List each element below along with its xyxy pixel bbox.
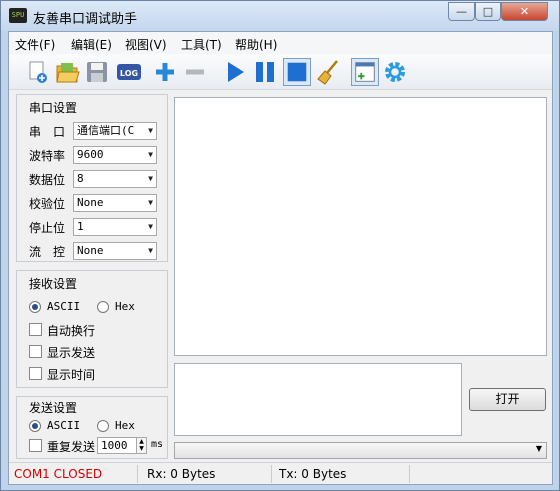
stopbits-label: 停止位	[29, 221, 66, 235]
serial-settings-title: 串口设置	[29, 101, 78, 115]
repeat-send-label: 重复发送	[47, 440, 95, 454]
play-icon[interactable]	[221, 58, 249, 86]
menu-view[interactable]: 视图(V)	[125, 36, 167, 53]
remove-icon[interactable]	[181, 58, 209, 86]
send-ascii-radio[interactable]	[29, 420, 41, 432]
baud-label: 波特率	[29, 149, 66, 163]
tx-counter: Tx: 0 Bytes	[279, 467, 347, 481]
send-hex-radio[interactable]	[97, 420, 109, 432]
close-button[interactable]: ✕	[501, 2, 548, 21]
repeat-send-checkbox[interactable]	[29, 439, 42, 452]
log-icon-text: LOG	[120, 69, 138, 78]
baud-value: 9600	[77, 148, 104, 161]
minimize-button[interactable]: —	[448, 2, 475, 21]
pause-icon[interactable]	[251, 58, 279, 86]
send-history-select[interactable]: ▼	[174, 442, 547, 459]
menu-bar: 文件(F) 编辑(E) 视图(V) 工具(T) 帮助(H)	[9, 32, 552, 54]
send-settings-panel: 发送设置 ASCII Hex 重复发送 1000 ▲ ▼ ms	[16, 396, 168, 459]
receive-hex-radio[interactable]	[97, 301, 109, 313]
stopbits-value: 1	[77, 220, 84, 233]
show-time-checkbox[interactable]	[29, 367, 42, 380]
databits-label: 数据位	[29, 173, 66, 187]
auto-wrap-checkbox[interactable]	[29, 323, 42, 336]
status-divider	[409, 465, 410, 483]
show-send-checkbox[interactable]	[29, 345, 42, 358]
chevron-down-icon: ▼	[148, 174, 153, 183]
repeat-unit-label: ms	[151, 439, 164, 450]
toolbar: LOG	[9, 54, 552, 90]
add-window-icon[interactable]	[351, 58, 379, 86]
receive-ascii-radio[interactable]	[29, 301, 41, 313]
parity-value: None	[77, 196, 104, 209]
send-ascii-label: ASCII	[47, 419, 81, 432]
chevron-down-icon: ▼	[148, 150, 153, 159]
menu-tools[interactable]: 工具(T)	[181, 36, 222, 53]
flow-label: 流 控	[29, 245, 66, 259]
flow-value: None	[77, 244, 104, 257]
open-folder-icon[interactable]	[53, 58, 81, 86]
settings-gear-icon[interactable]	[381, 58, 409, 86]
stopbits-select[interactable]: 1 ▼	[73, 218, 157, 236]
chevron-down-icon: ▼	[148, 126, 153, 135]
log-icon[interactable]: LOG	[115, 58, 143, 86]
repeat-interval-input[interactable]: 1000	[97, 437, 137, 454]
receive-settings-title: 接收设置	[29, 277, 78, 291]
parity-label: 校验位	[29, 197, 66, 211]
receive-ascii-label: ASCII	[47, 300, 81, 313]
receive-settings-panel: 接收设置 ASCII Hex 自动换行 显示发送 显示时间	[16, 270, 168, 388]
receive-textarea[interactable]	[174, 97, 547, 356]
menu-edit[interactable]: 编辑(E)	[71, 36, 112, 53]
show-time-label: 显示时间	[47, 368, 96, 382]
databits-select[interactable]: 8 ▼	[73, 170, 157, 188]
send-hex-label: Hex	[115, 419, 135, 432]
app-icon: SPU	[9, 8, 27, 23]
rx-counter: Rx: 0 Bytes	[147, 467, 216, 481]
client-area: 文件(F) 编辑(E) 视图(V) 工具(T) 帮助(H) LOG 串口设置 串…	[8, 31, 553, 485]
window-title: 友善串口调试助手	[33, 12, 138, 27]
flow-select[interactable]: None ▼	[73, 242, 157, 260]
repeat-interval-value: 1000	[101, 439, 128, 452]
status-divider	[137, 465, 138, 483]
serial-settings-panel: 串口设置 串 口 通信端口(C ▼ 波特率 9600 ▼ 数据位 8 ▼ 校验位 No…	[16, 94, 168, 262]
databits-value: 8	[77, 172, 84, 185]
parity-select[interactable]: None ▼	[73, 194, 157, 212]
port-select[interactable]: 通信端口(C ▼	[73, 122, 157, 140]
status-divider	[271, 465, 272, 483]
app-window: SPU 友善串口调试助手 — □ ✕ 文件(F) 编辑(E) 视图(V) 工具(…	[0, 0, 560, 491]
port-status: COM1 CLOSED	[14, 467, 103, 481]
chevron-down-icon: ▼	[148, 246, 153, 255]
maximize-button[interactable]: □	[475, 2, 501, 21]
chevron-down-icon: ▼	[148, 222, 153, 231]
send-settings-title: 发送设置	[29, 401, 78, 415]
status-bar: COM1 CLOSED Rx: 0 Bytes Tx: 0 Bytes	[9, 462, 552, 484]
title-bar[interactable]: SPU 友善串口调试助手 — □ ✕	[1, 1, 559, 31]
port-label: 串 口	[29, 125, 66, 139]
chevron-down-icon: ▼	[148, 198, 153, 207]
stop-icon[interactable]	[283, 58, 311, 86]
open-button[interactable]: 打开	[469, 388, 546, 411]
clear-broom-icon[interactable]	[315, 58, 343, 86]
baud-select[interactable]: 9600 ▼	[73, 146, 157, 164]
receive-hex-label: Hex	[115, 300, 135, 313]
port-value: 通信端口(C	[77, 124, 135, 137]
auto-wrap-label: 自动换行	[47, 324, 96, 338]
show-send-label: 显示发送	[47, 346, 96, 360]
menu-help[interactable]: 帮助(H)	[235, 36, 277, 53]
save-icon[interactable]	[83, 58, 111, 86]
add-icon[interactable]	[151, 58, 179, 86]
spin-arrows-icon[interactable]: ▲ ▼	[136, 437, 147, 454]
send-textarea[interactable]	[174, 363, 462, 436]
new-file-icon[interactable]	[23, 58, 51, 86]
chevron-down-icon: ▼	[535, 444, 542, 453]
menu-file[interactable]: 文件(F)	[15, 36, 55, 53]
